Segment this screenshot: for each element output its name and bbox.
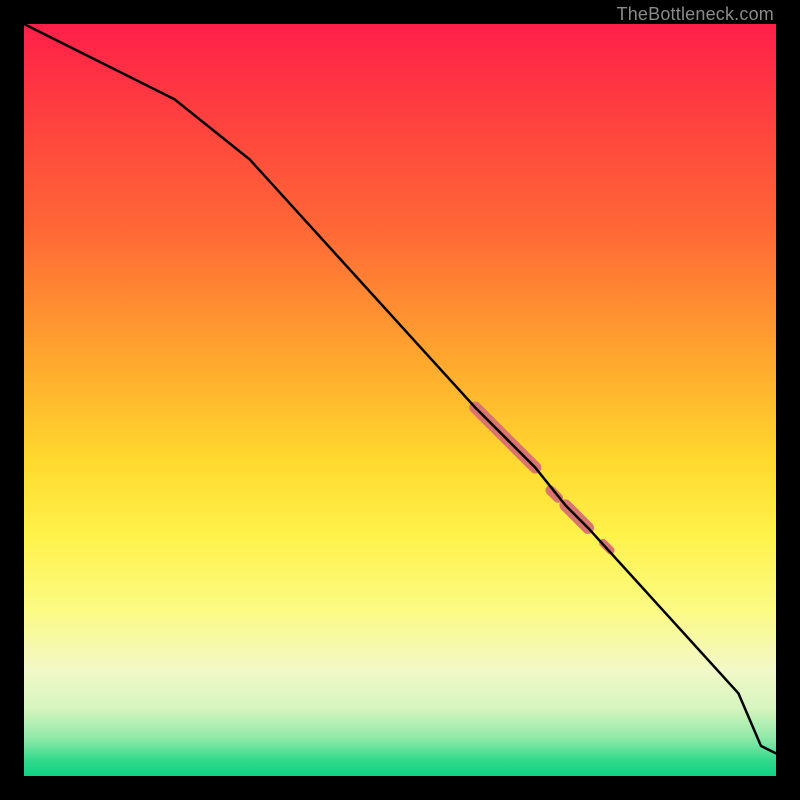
chart-overlay-svg [24, 24, 776, 776]
gradient-plot-area [24, 24, 776, 776]
attribution-text: TheBottleneck.com [617, 4, 774, 25]
main-curve [24, 24, 776, 753]
chart-stage: TheBottleneck.com [0, 0, 800, 800]
